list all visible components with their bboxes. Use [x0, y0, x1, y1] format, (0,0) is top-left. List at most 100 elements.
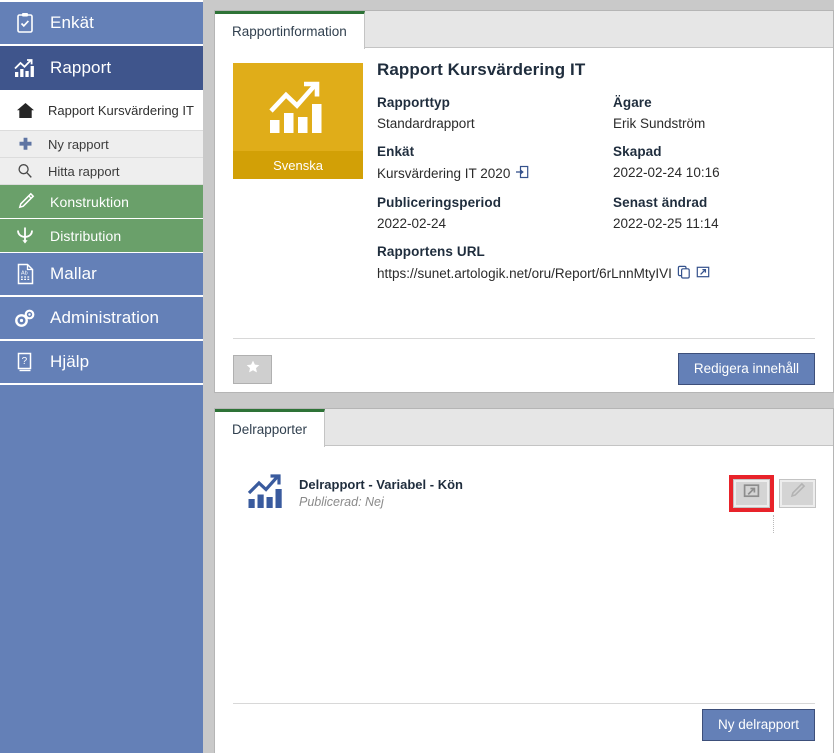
field-value: https://sunet.artologik.net/oru/Report/6… [377, 265, 817, 282]
sidebar-item-konstruktion[interactable]: Konstruktion [0, 185, 203, 219]
field-skapad: Skapad 2022-02-24 10:16 [613, 144, 817, 182]
tab-label: Delrapporter [232, 422, 308, 437]
field-value: 2022-02-24 [377, 216, 613, 231]
bar-chart-trend-icon [12, 56, 38, 80]
new-subreport-button[interactable]: Ny delrapport [701, 709, 815, 741]
page-title: Rapport Kursvärdering IT [377, 60, 586, 79]
sidebar-item-distribution[interactable]: Distribution [0, 219, 203, 253]
field-key: Senast ändrad [613, 195, 708, 210]
report-tabbar: Rapportinformation [215, 11, 833, 49]
sidebar-item-hjalp[interactable]: ? Hjälp [0, 341, 203, 385]
pencil-icon [12, 190, 38, 214]
sidebar-subitem-hitta-rapport[interactable]: Hitta rapport [0, 158, 203, 185]
field-rapportens-url: Rapportens URL https://sunet.artologik.n… [377, 244, 817, 282]
field-publiceringsperiod: Publiceringsperiod 2022-02-24 [377, 195, 613, 231]
svg-text:?: ? [21, 356, 27, 367]
sidebar-item-enkat[interactable]: Enkät [0, 2, 203, 46]
distribution-icon [12, 224, 38, 248]
field-value: 2022-02-25 11:14 [613, 216, 817, 231]
field-key: Publiceringsperiod [377, 195, 502, 210]
field-value: 2022-02-24 10:16 [613, 165, 817, 180]
favorite-button[interactable] [233, 354, 272, 384]
sidebar-subitem-label: Rapport Kursvärdering IT [48, 102, 194, 118]
field-rapporttyp: Rapporttyp Standardrapport [377, 95, 613, 131]
template-document-icon: Ab [12, 262, 38, 286]
report-field-grid: Rapporttyp Standardrapport Ägare Erik Su… [377, 95, 817, 295]
field-value: Standardrapport [377, 116, 613, 131]
sidebar-subitem-label: Hitta rapport [48, 163, 120, 179]
open-link-icon[interactable] [696, 265, 710, 282]
field-key: Rapportens URL [377, 244, 485, 259]
search-icon [12, 160, 38, 182]
edit-subreport-button[interactable] [779, 478, 816, 508]
field-value-text: 2022-02-24 10:16 [613, 165, 720, 180]
sidebar-subitem-current-report[interactable]: Rapport Kursvärdering IT [0, 90, 203, 131]
field-value: Kursvärdering IT 2020 [377, 165, 613, 182]
field-value-text: 2022-02-25 11:14 [613, 216, 719, 231]
field-senast-andrad: Senast ändrad 2022-02-25 11:14 [613, 195, 817, 231]
report-action-row: Redigera innehåll [233, 353, 815, 385]
sidebar-item-label: Enkät [50, 13, 94, 32]
subreports-action-row: Ny delrapport [701, 709, 815, 741]
star-icon [245, 359, 261, 380]
subreports-tabbar: Delrapporter [215, 409, 833, 447]
field-value-text: Kursvärdering IT 2020 [377, 166, 511, 181]
open-subreport-button[interactable] [733, 478, 770, 508]
sidebar-item-label: Rapport [50, 57, 112, 77]
svg-text:Ab: Ab [21, 271, 28, 277]
plus-icon [12, 133, 38, 155]
highlight-box [729, 474, 774, 512]
sidebar-item-rapport[interactable]: Rapport [0, 46, 203, 90]
tab-rapportinformation[interactable]: Rapportinformation [215, 11, 365, 49]
home-icon [12, 99, 38, 121]
subreport-status: Publicerad: Nej [299, 495, 384, 509]
tab-label: Rapportinformation [232, 24, 347, 39]
open-link-icon[interactable] [515, 165, 529, 182]
report-url-text: https://sunet.artologik.net/oru/Report/6… [377, 266, 672, 281]
report-information-panel: Rapportinformation Svenska Rapport Kursv… [214, 10, 834, 393]
field-enkat: Enkät Kursvärdering IT 2020 [377, 144, 613, 182]
subreports-list: Delrapport - Variabel - Kön Publicerad: … [215, 447, 833, 533]
field-value-text: 2022-02-24 [377, 216, 447, 231]
help-book-icon: ? [12, 350, 38, 374]
field-value-text: Erik Sundström [613, 116, 706, 131]
sidebar-subitem-label: Ny rapport [48, 136, 109, 152]
tab-delrapporter[interactable]: Delrapporter [215, 409, 326, 447]
field-value: Erik Sundström [613, 116, 817, 131]
subreport-name: Delrapport - Variabel - Kön [299, 477, 463, 492]
sidebar-item-administration[interactable]: Administration [0, 297, 203, 341]
clipboard-check-icon [12, 11, 38, 35]
field-key: Rapporttyp [377, 95, 450, 110]
language-tile: Svenska [233, 63, 363, 179]
copy-icon[interactable] [677, 265, 691, 282]
report-detail: Rapport Kursvärdering IT Rapporttyp Stan… [377, 60, 817, 295]
sidebar-subitem-ny-rapport[interactable]: Ny rapport [0, 131, 203, 158]
field-key: Enkät [377, 144, 415, 159]
app-root: Enkät Rapport Rapport Kursvärdering IT N… [0, 0, 834, 753]
edit-content-button[interactable]: Redigera innehåll [677, 353, 815, 385]
pencil-icon [789, 482, 806, 504]
sidebar: Enkät Rapport Rapport Kursvärdering IT N… [0, 0, 203, 753]
sidebar-item-label: Konstruktion [50, 193, 130, 210]
sidebar-item-label: Hjälp [50, 352, 90, 371]
open-link-icon [743, 483, 760, 504]
sidebar-item-label: Administration [50, 308, 160, 327]
bar-chart-trend-icon [247, 472, 291, 515]
main-content: Rapportinformation Svenska Rapport Kursv… [203, 0, 834, 753]
field-value-text: Standardrapport [377, 116, 475, 131]
field-key: Skapad [613, 144, 662, 159]
sidebar-item-label: Distribution [50, 227, 122, 244]
sidebar-item-label: Mallar [50, 264, 97, 283]
list-item-text: Delrapport - Variabel - Kön Publicerad: … [291, 477, 729, 509]
row-separator [773, 515, 774, 533]
bar-chart-trend-icon [233, 63, 363, 151]
field-key: Ägare [613, 95, 652, 110]
subreports-divider [233, 703, 815, 704]
report-divider [233, 338, 815, 339]
field-agare: Ägare Erik Sundström [613, 95, 817, 131]
gears-icon [12, 306, 38, 330]
list-item[interactable]: Delrapport - Variabel - Kön Publicerad: … [233, 469, 816, 533]
subreports-panel: Delrapporter Delrapport - Variabel - Kön… [214, 408, 834, 753]
language-label: Svenska [233, 151, 363, 179]
sidebar-item-mallar[interactable]: Ab Mallar [0, 253, 203, 297]
